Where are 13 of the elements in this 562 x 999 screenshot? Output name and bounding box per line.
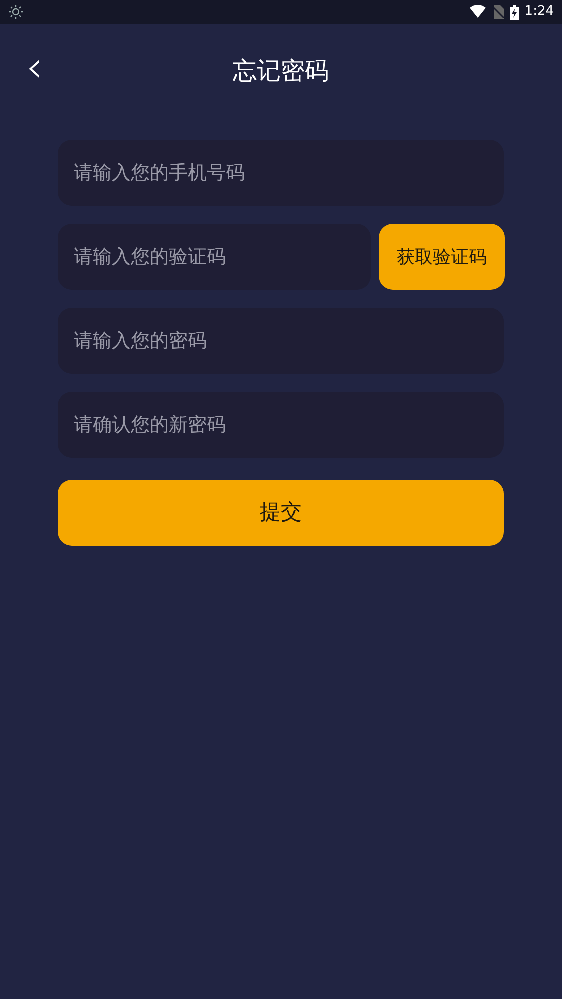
- back-button[interactable]: ‹: [22, 46, 48, 96]
- input-field[interactable]: 请输入您的手机号码: [58, 140, 504, 206]
- battery-charging-icon: [510, 4, 519, 20]
- page-title: 忘记密码: [233, 56, 329, 87]
- no-sim-icon: [492, 5, 504, 19]
- submit-button[interactable]: 提交: [58, 480, 504, 546]
- input-field[interactable]: 请输入您的验证码: [58, 224, 371, 290]
- get-code-button[interactable]: 获取验证码: [379, 224, 505, 290]
- brightness-icon: [8, 4, 24, 20]
- wifi-icon: [470, 5, 486, 19]
- status-time: 1:24: [524, 3, 554, 22]
- input-field[interactable]: 请输入您的密码: [58, 308, 504, 374]
- input-field[interactable]: 请确认您的新密码: [58, 392, 504, 458]
